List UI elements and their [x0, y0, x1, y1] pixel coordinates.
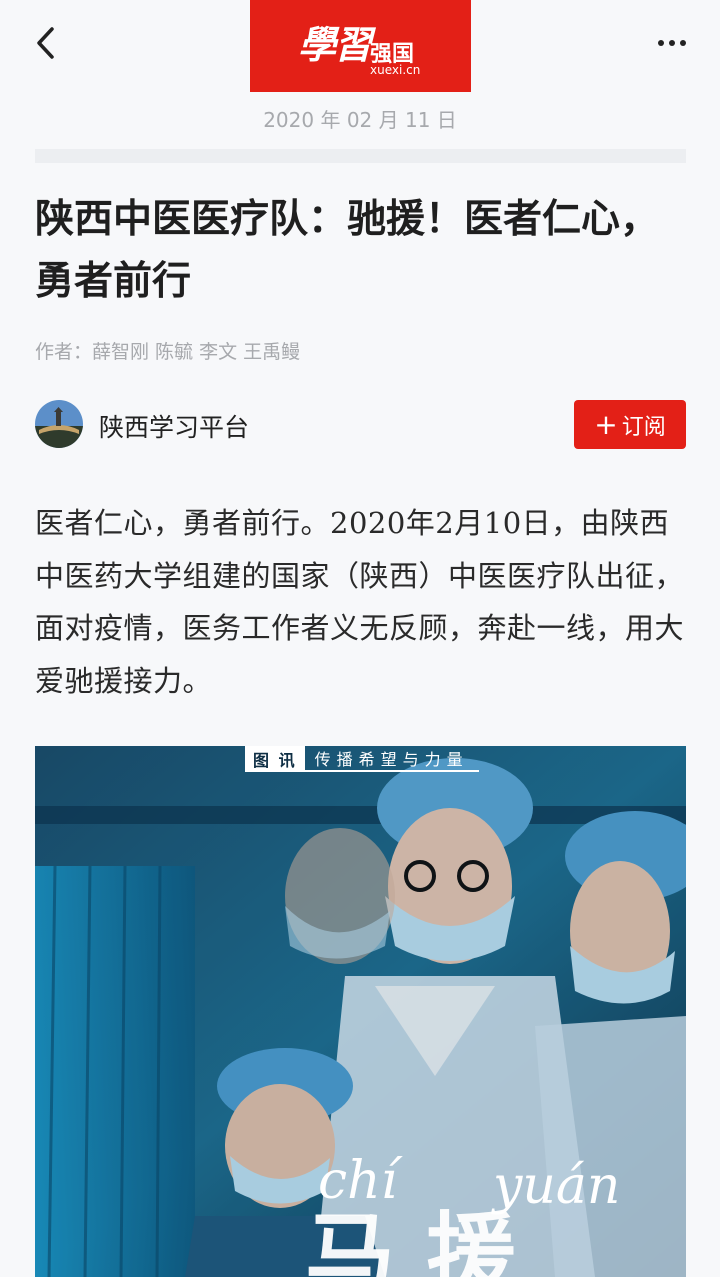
- more-dots-icon: [658, 40, 664, 46]
- channel-avatar[interactable]: [35, 400, 83, 448]
- xuexi-logo: 學習 强国 xuexi.cn: [250, 0, 471, 92]
- article-image[interactable]: 马 援 图 讯 传播希望与力量 chí yuán: [35, 746, 686, 1277]
- title-glyph-fragment: 马 援: [305, 1202, 517, 1277]
- subscribe-button[interactable]: + 订阅: [574, 400, 686, 449]
- pinyin-yuan: yuán: [493, 1156, 621, 1216]
- plus-icon: +: [594, 407, 618, 441]
- publish-date: 2020 年 02 月 11 日: [263, 108, 457, 132]
- article-title: 陕西中医医疗队：驰援！医者仁心，勇者前行: [35, 196, 660, 304]
- article-author: 作者：薛智刚 陈毓 李文 王禹鳗: [35, 341, 301, 363]
- divider: [35, 149, 686, 163]
- channel-info[interactable]: 陕西学习平台: [35, 400, 435, 450]
- more-button[interactable]: [650, 28, 694, 58]
- logo-script: 學習: [298, 22, 372, 67]
- image-tag-subtitle: 传播希望与力量: [304, 746, 479, 772]
- article-body: 医者仁心，勇者前行。2020年2月10日，由陕西中医药大学组建的国家（陕西）中医…: [35, 506, 685, 698]
- back-button[interactable]: [26, 18, 70, 68]
- image-tag: 图 讯 传播希望与力量: [245, 746, 479, 772]
- more-dot: [680, 40, 686, 46]
- logo-domain: xuexi.cn: [370, 63, 421, 77]
- top-bar: 學習 强国 xuexi.cn: [0, 0, 720, 92]
- subscribe-label: 订阅: [621, 414, 666, 440]
- more-dot: [669, 40, 675, 46]
- chevron-left-icon: [37, 27, 54, 59]
- pinyin-chi: chí: [318, 1151, 398, 1211]
- channel-name[interactable]: 陕西学习平台: [99, 408, 249, 444]
- image-tag-label: 图 讯: [245, 746, 305, 772]
